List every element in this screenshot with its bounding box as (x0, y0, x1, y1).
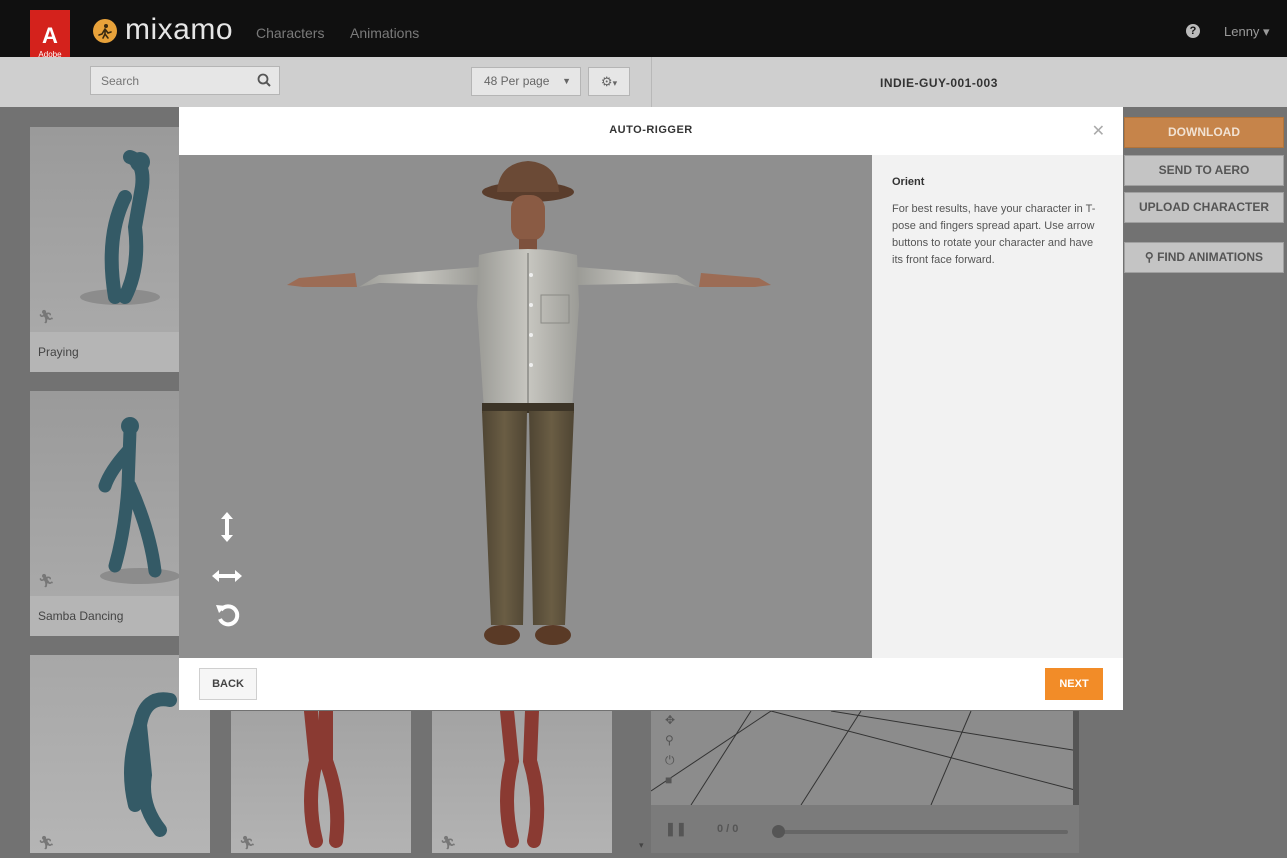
instructions-title: Orient (892, 176, 925, 188)
rotate-icon[interactable] (215, 600, 241, 633)
instructions-text: For best results, have your character in… (892, 203, 1096, 266)
back-button[interactable]: BACK (199, 668, 257, 700)
auto-rigger-modal: AUTO-RIGGER ✕ Orient For best results, h… (179, 107, 1123, 710)
instructions-panel: Orient For best results, have your chara… (872, 155, 1123, 658)
modal-header: AUTO-RIGGER ✕ (179, 107, 1123, 155)
character-model (287, 161, 771, 645)
horizontal-arrows-icon[interactable] (210, 566, 244, 591)
vertical-arrows-icon[interactable] (217, 510, 237, 549)
modal-title: AUTO-RIGGER (609, 124, 693, 136)
next-button[interactable]: NEXT (1045, 668, 1103, 700)
character-preview-stage[interactable] (179, 155, 872, 658)
close-icon[interactable]: ✕ (1092, 121, 1105, 141)
modal-footer: BACK NEXT (179, 658, 1123, 710)
